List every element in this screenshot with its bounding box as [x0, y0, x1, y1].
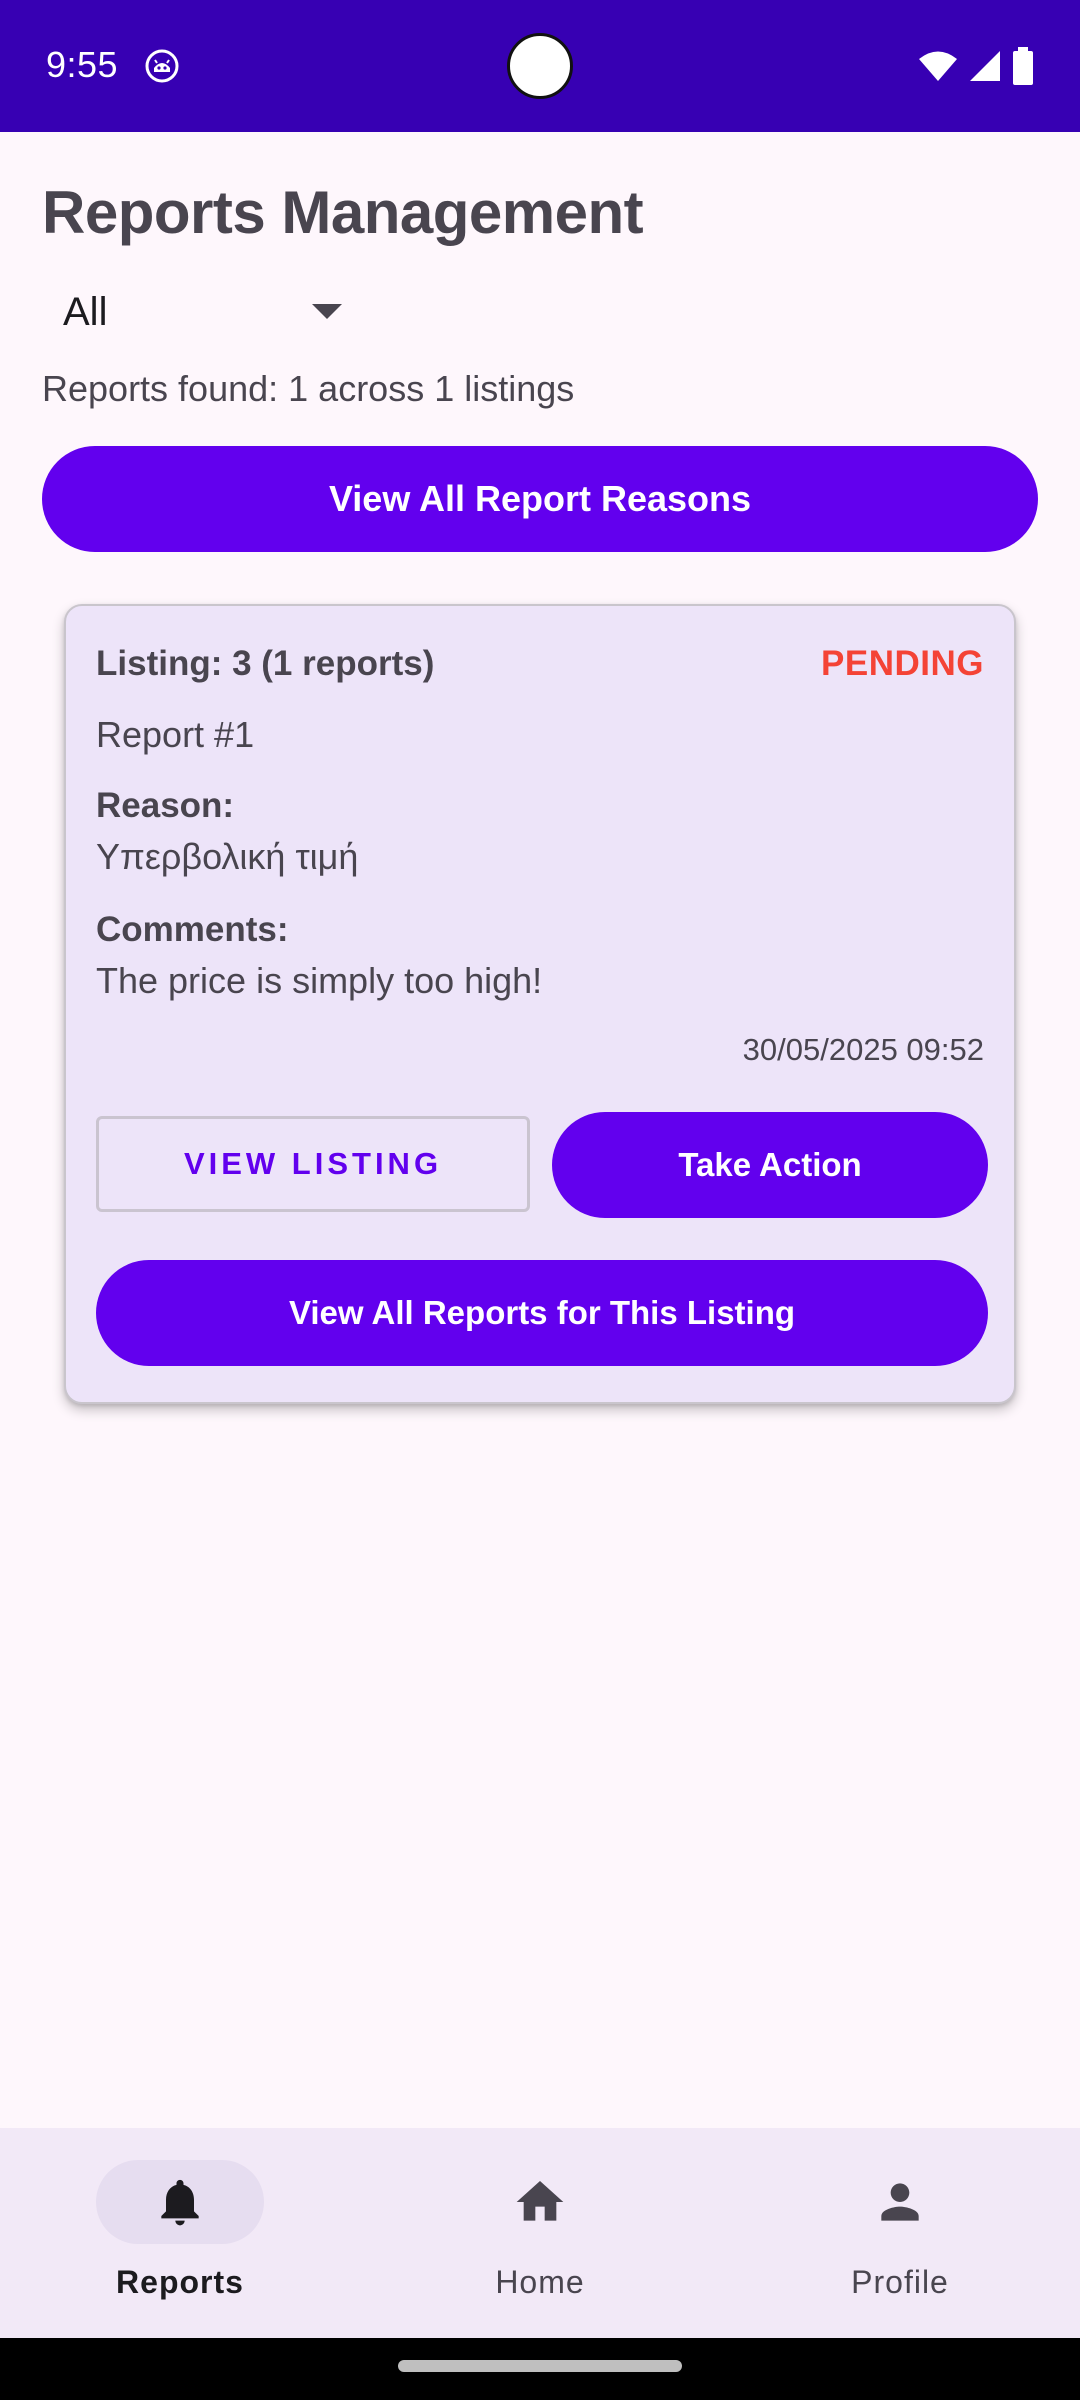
status-time: 9:55	[46, 44, 119, 85]
bottom-navigation: Reports Home Profile	[0, 2128, 1080, 2338]
status-filter-dropdown[interactable]: All	[42, 280, 362, 344]
app-notification-icon	[145, 49, 179, 83]
view-all-report-reasons-button[interactable]: View All Report Reasons	[42, 446, 1038, 552]
home-icon	[516, 2181, 564, 2221]
page-title: Reports Management	[42, 179, 644, 246]
system-gesture-bar	[0, 2338, 1080, 2400]
report-number: Report #1	[96, 714, 255, 755]
report-date: 30/05/2025 09:52	[742, 1032, 984, 1067]
reason-value: Υπερβολική τιμή	[96, 836, 359, 877]
status-badge: PENDING	[821, 644, 984, 683]
nav-label-reports: Reports	[116, 2264, 244, 2300]
status-icons	[918, 46, 1034, 86]
battery-icon	[1013, 47, 1033, 85]
wifi-icon	[919, 51, 957, 81]
take-action-button[interactable]: Take Action	[552, 1112, 988, 1218]
nav-label-profile: Profile	[851, 2264, 949, 2300]
nav-item-reports[interactable]: Reports	[0, 2128, 360, 2338]
person-icon	[881, 2183, 919, 2221]
camera-cutout	[507, 33, 573, 99]
bell-icon	[161, 2179, 199, 2226]
status-bar: 9:55	[0, 0, 1080, 132]
nav-item-home[interactable]: Home	[360, 2128, 720, 2338]
reports-summary: Reports found: 1 across 1 listings	[42, 368, 575, 409]
report-card: Listing: 3 (1 reports) PENDING Report #1…	[64, 604, 1016, 1404]
nav-item-profile[interactable]: Profile	[720, 2128, 1080, 2338]
comments-value: The price is simply too high!	[96, 960, 543, 1001]
listing-title: Listing: 3 (1 reports)	[96, 644, 435, 683]
view-listing-button[interactable]: VIEW LISTING	[96, 1116, 530, 1212]
dropdown-arrow-icon	[312, 304, 342, 319]
reason-label: Reason:	[96, 786, 235, 825]
home-gesture-handle[interactable]	[398, 2360, 682, 2372]
comments-label: Comments:	[96, 910, 289, 949]
view-all-reports-for-listing-button[interactable]: View All Reports for This Listing	[96, 1260, 988, 1366]
filter-selected-value: All	[63, 289, 108, 334]
nav-label-home: Home	[495, 2264, 585, 2300]
signal-icon	[970, 51, 1000, 81]
